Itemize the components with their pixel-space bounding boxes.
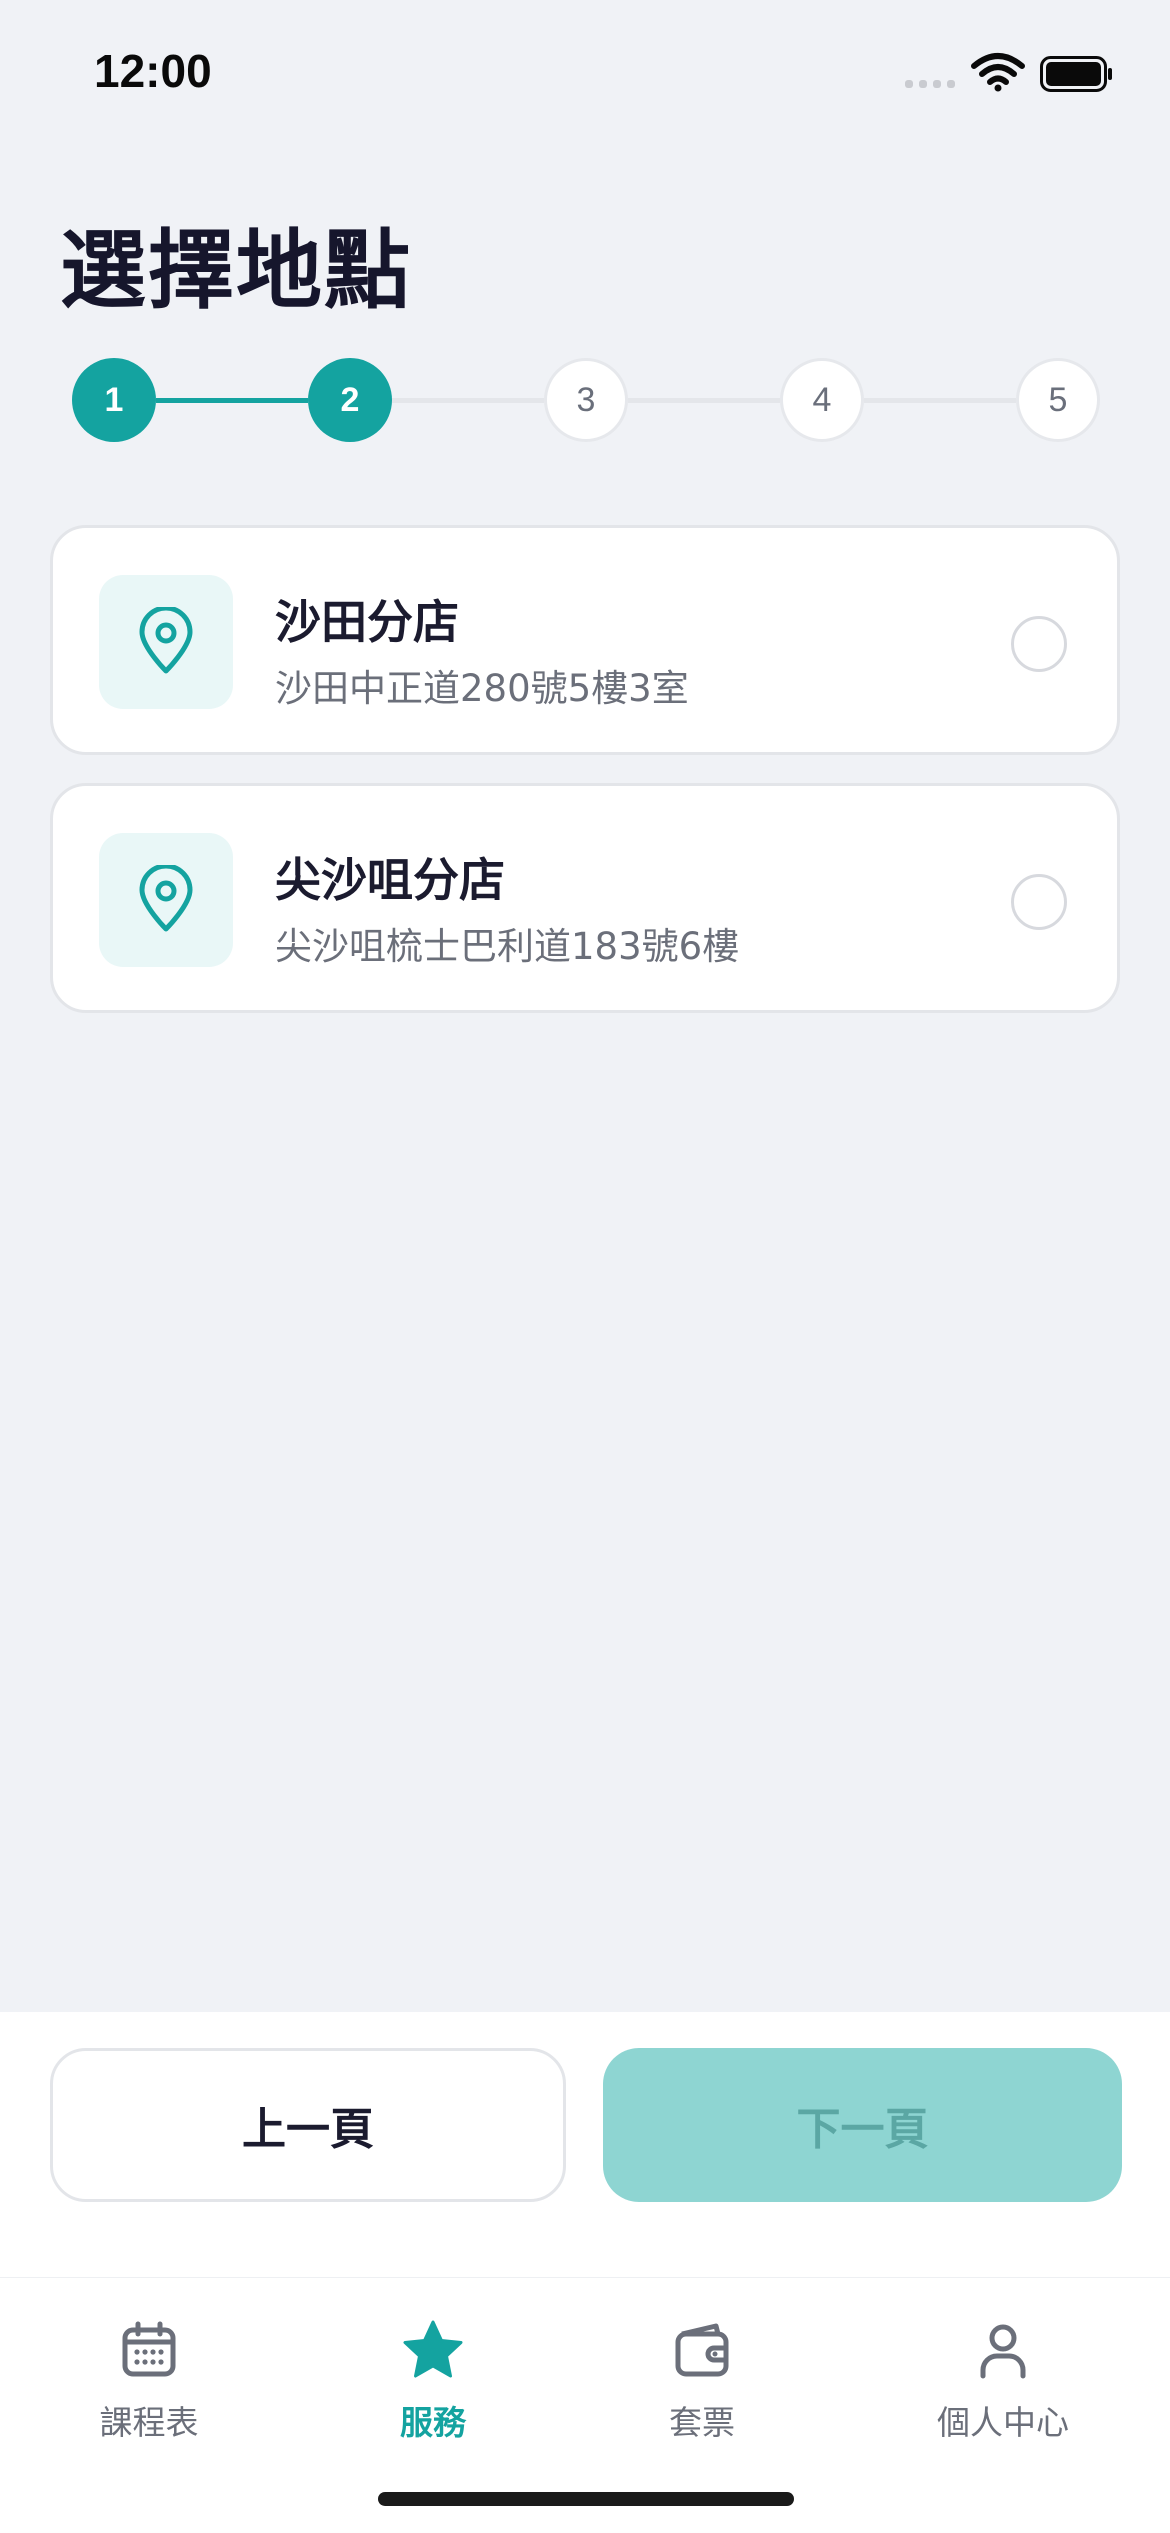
tab-label: 服務 [400, 2403, 466, 2442]
location-address: 尖沙咀梳士巴利道183號6樓 [275, 925, 740, 968]
location-name: 沙田分店 [275, 595, 459, 649]
user-icon [980, 2324, 1026, 2379]
wifi-icon [971, 53, 1025, 92]
step-connector-1-2 [156, 398, 308, 403]
step-connector-3-4 [628, 398, 780, 403]
location-radio-button[interactable] [1011, 874, 1067, 930]
location-name: 尖沙咀分店 [275, 853, 505, 907]
location-icon-box [99, 575, 233, 709]
step-connector-2-3 [392, 398, 544, 403]
tab-label: 課程表 [99, 2403, 199, 2442]
wallet-icon [675, 2323, 729, 2377]
step-3: 3 [544, 358, 628, 442]
progress-stepper: 1 2 3 4 5 [72, 358, 1100, 442]
location-card-tsimshatsui[interactable]: 尖沙咀分店 尖沙咀梳士巴利道183號6樓 [50, 783, 1120, 1013]
star-icon [403, 2320, 463, 2378]
step-4: 4 [780, 358, 864, 442]
location-address: 沙田中正道280號5樓3室 [275, 667, 689, 710]
cellular-signal-icon [905, 80, 955, 88]
step-1: 1 [72, 358, 156, 442]
status-bar: 12:00 [0, 0, 1170, 140]
home-indicator[interactable] [378, 2492, 794, 2506]
location-icon-box [99, 833, 233, 967]
page-title: 選擇地點 [60, 221, 412, 321]
location-pin-icon [139, 865, 193, 932]
step-2: 2 [308, 358, 392, 442]
battery-icon [1040, 56, 1112, 92]
tab-packages[interactable]: 套票 [582, 2318, 822, 2444]
status-time: 12:00 [94, 45, 212, 97]
action-bar: 上一頁 下一頁 [0, 2012, 1170, 2277]
calendar-icon [122, 2321, 176, 2377]
location-radio-button[interactable] [1011, 616, 1067, 672]
step-connector-4-5 [864, 398, 1016, 403]
location-card-shatin[interactable]: 沙田分店 沙田中正道280號5樓3室 [50, 525, 1120, 755]
tab-label: 個人中心 [937, 2403, 1069, 2442]
location-pin-icon [139, 607, 193, 674]
next-page-button[interactable]: 下一頁 [603, 2048, 1122, 2202]
tab-schedule[interactable]: 課程表 [29, 2318, 269, 2444]
previous-page-button[interactable]: 上一頁 [50, 2048, 566, 2202]
tab-services[interactable]: 服務 [313, 2318, 553, 2444]
tab-label: 套票 [669, 2403, 735, 2442]
tab-profile[interactable]: 個人中心 [883, 2318, 1123, 2444]
step-5: 5 [1016, 358, 1100, 442]
